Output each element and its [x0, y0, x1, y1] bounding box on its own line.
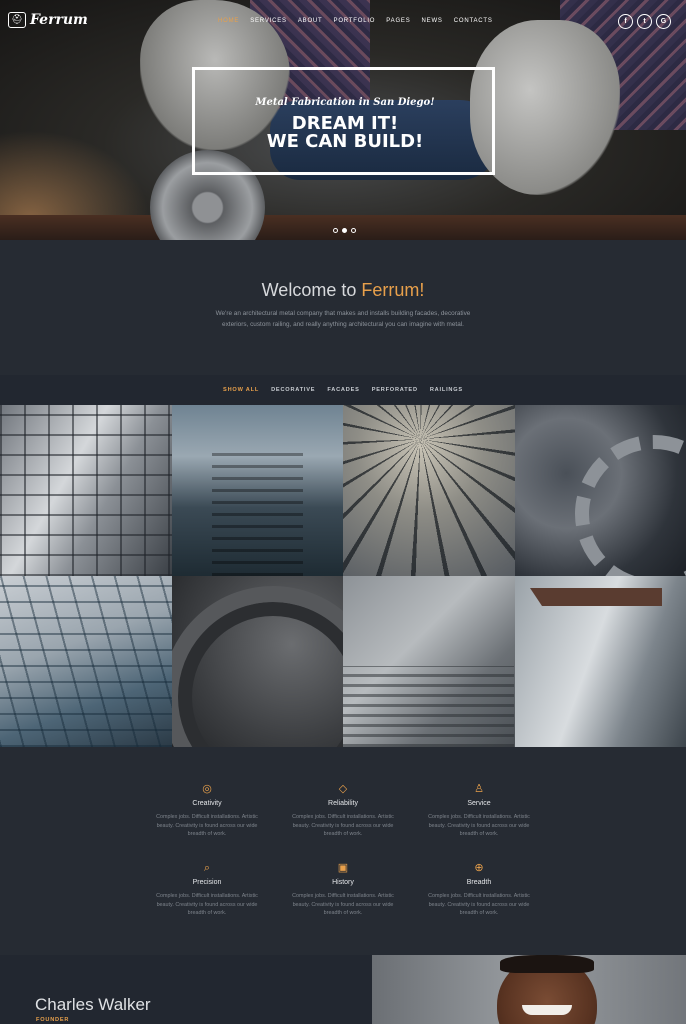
feature-title: History [332, 879, 354, 886]
founder-name: Charles Walker [35, 995, 151, 1014]
steel-beam-tile[interactable] [514, 576, 686, 747]
search-icon: ⌕ [203, 862, 211, 874]
portfolio-gallery [0, 405, 686, 747]
nav-item-home[interactable]: HOME [218, 18, 239, 24]
twitter-icon[interactable]: t [637, 14, 652, 29]
google-icon[interactable]: G [656, 14, 671, 29]
portfolio-filter: SHOW ALL DECORATIVE FACADES PERFORATED R… [0, 375, 686, 405]
welcome-text: We're an architectural metal company tha… [215, 310, 471, 328]
hero-slider: Metal Fabrication in San Diego! DREAM IT… [0, 0, 686, 240]
welcome-title: Welcome to Ferrum! [0, 280, 686, 301]
slide-dot-1[interactable] [333, 228, 338, 233]
hero-headline-line-2: WE CAN BUILD! [266, 131, 424, 152]
nav-item-about[interactable]: ABOUT [298, 18, 323, 24]
features-section: ◎ Creativity Complex jobs. Difficult ins… [0, 747, 686, 955]
feature-desc: Complex jobs. Difficult installations. A… [292, 814, 394, 838]
nav-item-portfolio[interactable]: PORTFOLIO [334, 18, 376, 24]
diamond-icon: ◇ [338, 783, 348, 795]
welcome-title-accent: Ferrum! [361, 280, 425, 300]
founder-section: Charles Walker FOUNDER [0, 955, 686, 1024]
slide-dot-3[interactable] [351, 228, 356, 233]
main-nav: HOME SERVICES ABOUT PORTFOLIO PAGES NEWS… [218, 18, 493, 24]
filter-railings[interactable]: RAILINGS [430, 387, 463, 393]
dome-tile[interactable] [343, 405, 515, 576]
feature-title: Precision [192, 879, 222, 886]
filter-perforated[interactable]: PERFORATED [372, 387, 418, 393]
filter-facades[interactable]: FACADES [327, 387, 359, 393]
facebook-icon[interactable]: f [618, 14, 633, 29]
feature-title: Breadth [466, 879, 492, 886]
founder-hair [500, 955, 594, 973]
feature-title: Service [467, 800, 491, 807]
nav-item-contacts[interactable]: CONTACTS [454, 18, 493, 24]
hero-headline: DREAM IT! WE CAN BUILD! [200, 115, 490, 151]
railing-stairs-tile[interactable] [343, 576, 515, 747]
feature-breadth: ⊕ Breadth Complex jobs. Difficult instal… [419, 862, 539, 918]
filter-decorative[interactable]: DECORATIVE [271, 387, 315, 393]
gears-tile[interactable] [514, 405, 686, 576]
feature-desc: Complex jobs. Difficult installations. A… [428, 893, 530, 917]
history-icon: ▣ [337, 862, 349, 874]
feature-precision: ⌕ Precision Complex jobs. Difficult inst… [147, 862, 267, 918]
lightbulb-icon: ◎ [202, 783, 212, 795]
feature-creativity: ◎ Creativity Complex jobs. Difficult ins… [147, 783, 267, 839]
feature-service: ♙ Service Complex jobs. Difficult instal… [419, 783, 539, 839]
site-logo[interactable]: ⛑ Ferrum [8, 12, 88, 28]
feature-desc: Complex jobs. Difficult installations. A… [428, 814, 530, 838]
feature-desc: Complex jobs. Difficult installations. A… [292, 893, 394, 917]
nav-item-news[interactable]: NEWS [422, 18, 443, 24]
feature-history: ▣ History Complex jobs. Difficult instal… [283, 862, 403, 918]
founder-role: FOUNDER [36, 1017, 70, 1023]
feature-title: Creativity [192, 800, 222, 807]
nav-item-pages[interactable]: PAGES [386, 18, 410, 24]
glass-tower-tile[interactable] [0, 576, 172, 747]
glass-facade-tile[interactable] [0, 405, 172, 576]
globe-icon: ⊕ [474, 862, 484, 874]
social-links: f t G [618, 14, 671, 29]
founder-smile [522, 1005, 572, 1015]
stairs-tile[interactable] [171, 405, 343, 576]
welcome-section: Welcome to Ferrum! We're an architectura… [0, 240, 686, 375]
filter-show-all[interactable]: SHOW ALL [223, 387, 259, 393]
clock-tile[interactable] [171, 576, 343, 747]
slide-dot-2[interactable] [342, 228, 347, 233]
feature-desc: Complex jobs. Difficult installations. A… [156, 814, 258, 838]
feature-desc: Complex jobs. Difficult installations. A… [156, 893, 258, 917]
feature-reliability: ◇ Reliability Complex jobs. Difficult in… [283, 783, 403, 839]
user-icon: ♙ [474, 783, 484, 795]
helmet-icon: ⛑ [8, 12, 26, 28]
hero-tagline: Metal Fabrication in San Diego! [255, 97, 435, 108]
founder-photo [372, 955, 686, 1024]
brand-name: Ferrum [30, 12, 88, 28]
welcome-title-prefix: Welcome to [261, 280, 362, 300]
slider-pagination [333, 228, 356, 233]
feature-title: Reliability [328, 800, 358, 807]
nav-item-services[interactable]: SERVICES [250, 18, 287, 24]
